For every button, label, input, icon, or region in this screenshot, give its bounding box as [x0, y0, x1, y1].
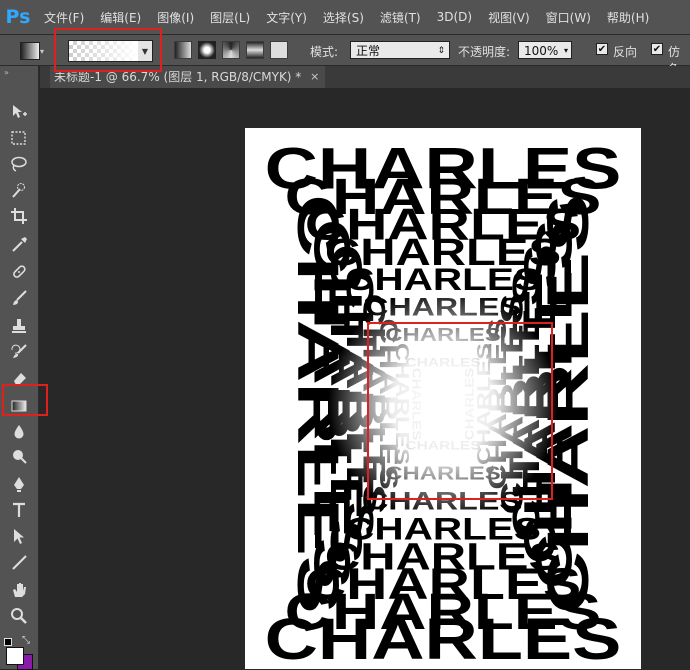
quick-select-icon[interactable]	[9, 180, 29, 200]
line-icon[interactable]	[9, 552, 29, 572]
color-swatches[interactable]: ⤡	[4, 635, 36, 670]
menu-view[interactable]: 视图(V)	[480, 9, 538, 26]
type-icon[interactable]	[9, 500, 29, 520]
blur-icon[interactable]	[9, 422, 29, 442]
menu-edit[interactable]: 编辑(E)	[92, 9, 149, 26]
move-icon[interactable]	[9, 102, 29, 122]
stamp-icon[interactable]	[9, 316, 29, 336]
menu-select[interactable]: 选择(S)	[315, 9, 372, 26]
tool-preset-icon[interactable]	[20, 42, 40, 60]
gradient-picker-arrow-icon[interactable]: ▼	[138, 40, 153, 62]
menu-type[interactable]: 文字(Y)	[258, 9, 315, 26]
document-tab-title: 未标题-1 @ 66.7% (图层 1, RGB/8/CMYK) *	[54, 70, 302, 84]
pen-icon[interactable]	[9, 474, 29, 494]
tool-preset-arrow-icon[interactable]: ▾	[40, 47, 44, 56]
chevron-down-icon: ▾	[563, 46, 568, 55]
lasso-icon[interactable]	[9, 154, 29, 174]
hand-icon[interactable]	[9, 580, 29, 600]
toolbox: » ⤡	[0, 66, 39, 670]
gradient-picker-preview[interactable]	[68, 40, 140, 62]
menu-bar: Ps 文件(F) 编辑(E) 图像(I) 图层(L) 文字(Y) 选择(S) 滤…	[0, 0, 690, 35]
document-tab-bar: 未标题-1 @ 66.7% (图层 1, RGB/8/CMYK) * ×	[40, 66, 690, 88]
menu-filter[interactable]: 滤镜(T)	[372, 9, 429, 26]
swap-colors-icon[interactable]: ⤡	[22, 635, 30, 646]
zoom-icon[interactable]	[9, 606, 29, 626]
opacity-value: 100%	[524, 44, 559, 58]
marquee-icon[interactable]	[9, 128, 29, 148]
options-bar: ▾ ▼ 模式: 正常 ⇕ 不透明度: 100% ▾ ✔ 反向 ✔ 仿色	[0, 35, 690, 76]
reverse-checkbox[interactable]: ✔	[596, 43, 608, 55]
mode-select-value: 正常	[356, 44, 381, 58]
reverse-label: 反向	[613, 45, 638, 59]
menu-file[interactable]: 文件(F)	[36, 9, 92, 26]
menu-window[interactable]: 窗口(W)	[538, 9, 599, 26]
canvas-area[interactable]: CHARLES CHARLES CHARLES CHARLES CHARLES CHARL…	[40, 88, 690, 669]
eyedropper-icon[interactable]	[9, 234, 29, 254]
brush-icon[interactable]	[9, 288, 29, 308]
gradient-icon[interactable]	[9, 396, 29, 416]
menu-help[interactable]: 帮助(H)	[599, 9, 657, 26]
menu-layer[interactable]: 图层(L)	[202, 9, 258, 26]
mode-label: 模式:	[310, 45, 339, 59]
path-select-icon[interactable]	[9, 526, 29, 546]
foreground-color-swatch[interactable]	[6, 647, 24, 665]
diamond-gradient-button[interactable]	[270, 41, 288, 59]
reflected-gradient-button[interactable]	[246, 41, 264, 59]
radial-gradient-button[interactable]	[198, 41, 216, 59]
linear-gradient-button[interactable]	[174, 41, 192, 59]
history-brush-icon[interactable]	[9, 342, 29, 362]
opacity-label: 不透明度:	[458, 45, 511, 59]
document-canvas[interactable]: CHARLES CHARLES CHARLES CHARLES CHARLES CHARL…	[245, 128, 641, 669]
healing-icon[interactable]	[9, 262, 29, 282]
angle-gradient-button[interactable]	[222, 41, 240, 59]
menu-3d[interactable]: 3D(D)	[429, 10, 480, 24]
crop-icon[interactable]	[9, 206, 29, 226]
select-arrows-icon: ⇕	[437, 46, 445, 56]
charles-tunnel-artwork: CHARLESCHARLESCHARLES CHARLESCHARLESCHARL…	[245, 128, 641, 669]
dither-checkbox[interactable]: ✔	[651, 43, 663, 55]
default-colors-icon[interactable]	[4, 638, 12, 646]
close-icon[interactable]: ×	[310, 66, 319, 88]
eraser-icon[interactable]	[9, 368, 29, 388]
opacity-input[interactable]: 100% ▾	[518, 41, 572, 59]
toolbox-collapse-icon[interactable]: »	[4, 68, 9, 77]
photoshop-logo: Ps	[5, 6, 31, 28]
radial-gradient-glow	[328, 286, 558, 522]
dodge-icon[interactable]	[9, 446, 29, 466]
mode-select[interactable]: 正常 ⇕	[350, 41, 450, 59]
menu-image[interactable]: 图像(I)	[149, 9, 202, 26]
document-tab[interactable]: 未标题-1 @ 66.7% (图层 1, RGB/8/CMYK) * ×	[50, 66, 326, 88]
